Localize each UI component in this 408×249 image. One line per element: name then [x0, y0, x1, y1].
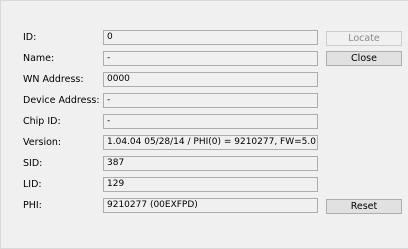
- lid-label: LID:: [23, 179, 42, 190]
- version-field[interactable]: 1.04.04 05/28/14 / PHI(0) = 9210277, FW=…: [103, 135, 318, 150]
- wn-address-label: WN Address:: [23, 74, 84, 85]
- device-details-panel: ID: 0 Locate Name: - Close WN Address: 0…: [0, 0, 408, 249]
- locate-button[interactable]: Locate: [326, 31, 402, 46]
- phi-label: PHI:: [23, 200, 42, 211]
- chip-id-field[interactable]: -: [103, 114, 318, 129]
- id-label: ID:: [23, 32, 37, 43]
- lid-field[interactable]: 129: [103, 177, 318, 192]
- phi-field[interactable]: 9210277 (00EXFPD): [103, 198, 318, 213]
- version-label: Version:: [23, 137, 62, 148]
- wn-address-field[interactable]: 0000: [103, 72, 318, 87]
- chip-id-label: Chip ID:: [23, 116, 61, 127]
- id-field[interactable]: 0: [103, 30, 318, 45]
- name-label: Name:: [23, 53, 55, 64]
- reset-button[interactable]: Reset: [326, 199, 402, 214]
- name-field[interactable]: -: [103, 51, 318, 66]
- close-button[interactable]: Close: [326, 51, 402, 66]
- device-address-field[interactable]: -: [103, 93, 318, 108]
- device-address-label: Device Address:: [23, 95, 100, 106]
- sid-field[interactable]: 387: [103, 156, 318, 171]
- sid-label: SID:: [23, 158, 43, 169]
